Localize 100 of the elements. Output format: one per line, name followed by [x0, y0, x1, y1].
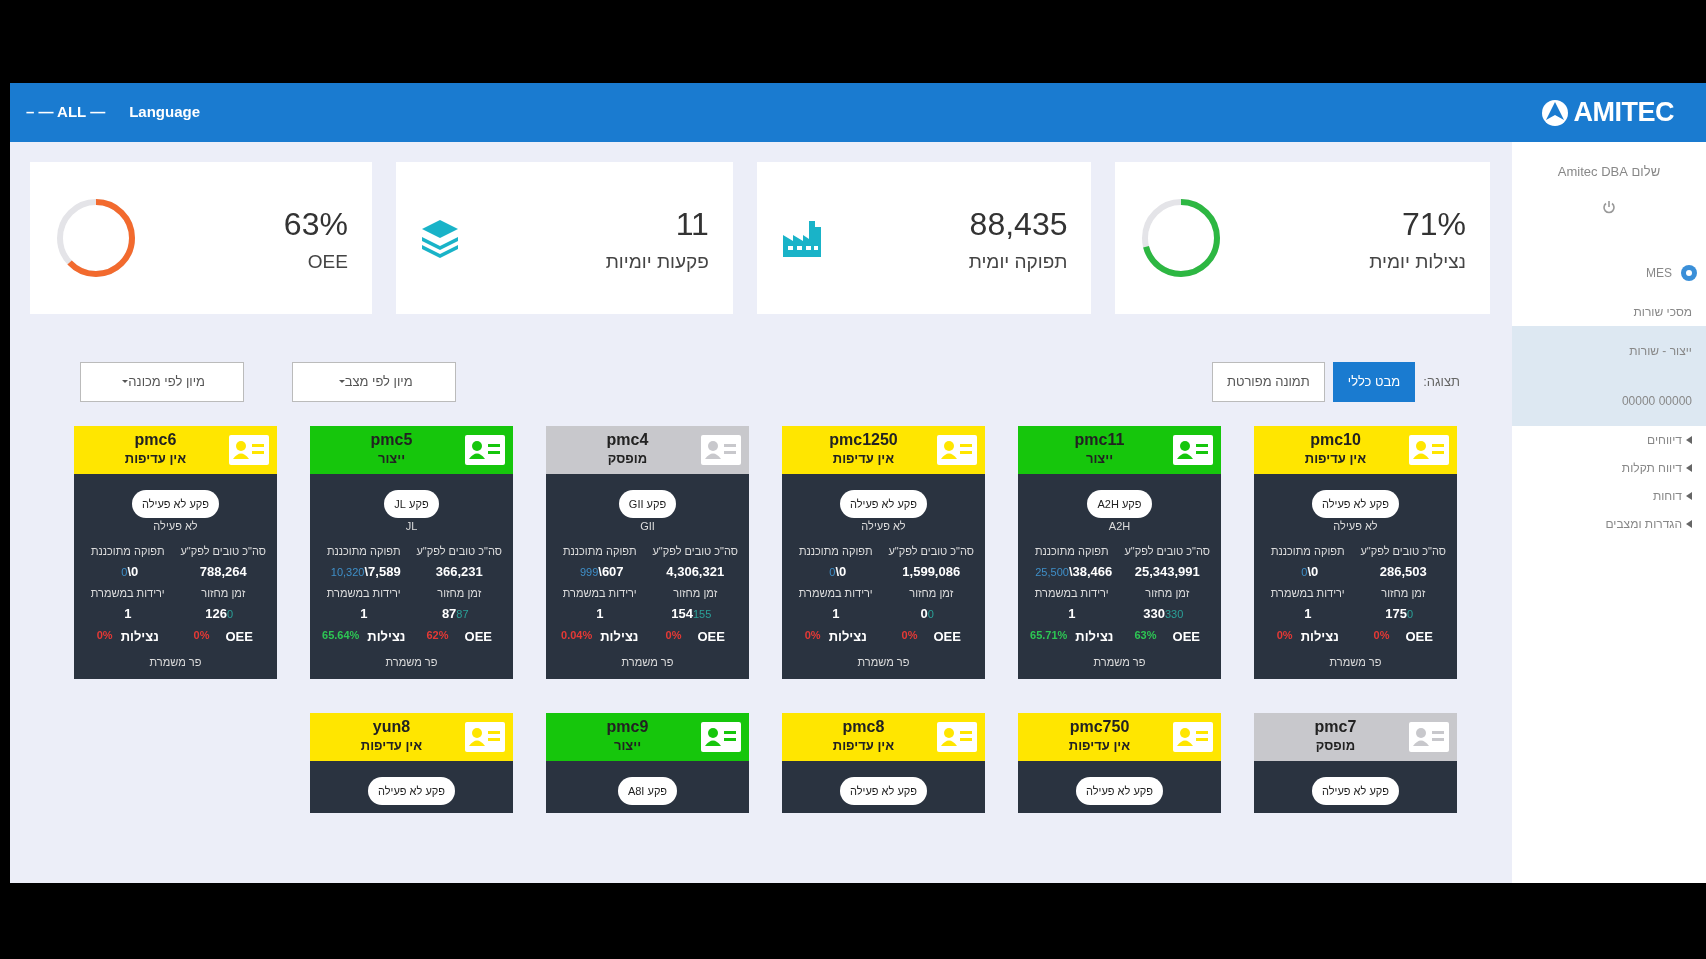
order-button[interactable]: פקע לא פעילה — [1312, 489, 1399, 518]
order-button[interactable]: פקע לא פעילה — [840, 776, 927, 805]
machine-name: pmc4 — [605, 430, 650, 449]
sidebar-item[interactable]: דיווח תקלות — [1621, 458, 1682, 477]
id-card-icon — [937, 721, 977, 752]
utilization-value: 65.71% — [1030, 627, 1068, 643]
oee-value: 0% — [901, 627, 918, 643]
stat-label: נצילות — [367, 627, 406, 646]
target-value: 25,500 — [1035, 566, 1069, 578]
standard-value: 0 — [227, 608, 234, 620]
stat-label: נצילות — [1300, 627, 1339, 646]
stat-label: זמן מחזור — [200, 585, 247, 601]
machine-name: pmc6 — [133, 430, 178, 449]
stat-label: סה"כ טובים לפק"ע — [1359, 543, 1448, 559]
order-button[interactable]: פקע A2H — [1087, 489, 1152, 518]
card-footer-text: פר משמרת — [856, 655, 911, 670]
order-button[interactable]: פקע GII — [618, 489, 677, 518]
utilization-value: 0% — [804, 627, 821, 643]
stat-label: זמן מחזור — [1380, 585, 1427, 601]
sidebar-item[interactable]: דוחות — [1652, 486, 1682, 505]
utilization-value: 0.04% — [561, 627, 593, 643]
id-card-icon — [1409, 434, 1449, 465]
view-label: תצוגה: — [1423, 373, 1460, 391]
stat-value: 0\ — [835, 564, 847, 579]
stat-value: 366,231 — [434, 563, 484, 581]
view-tab[interactable]: תמונה מפורטת — [1211, 362, 1325, 402]
order-code: לא פעילה — [152, 519, 199, 534]
greeting-text: שלום Amitec DBA — [1556, 163, 1662, 181]
oee-value: 0% — [1373, 627, 1390, 643]
card-footer-text: פר משמרת — [384, 655, 439, 670]
machine-name: pmc9 — [605, 717, 650, 736]
order-button[interactable]: פקע JL — [384, 489, 439, 518]
order-code: GII — [639, 519, 656, 534]
order-button[interactable]: פקע לא פעילה — [368, 776, 455, 805]
stat-label: נצילות — [120, 627, 159, 646]
target-value: 0 — [1301, 566, 1308, 578]
stat-label: סה"כ טובים לפק"ע — [415, 543, 504, 559]
caret-icon — [1686, 463, 1692, 472]
card-footer-text: פר משמרת — [620, 655, 675, 670]
id-card-icon — [701, 721, 741, 752]
target-value: 999 — [579, 566, 599, 578]
card-footer-text: פר משמרת — [1328, 655, 1383, 670]
view-tab[interactable]: מבט כללי — [1332, 362, 1416, 402]
filter-dropdown[interactable]: – — ALL — — [26, 101, 106, 124]
machine-status: מופסק — [606, 449, 649, 468]
stat-value: 175 — [1385, 606, 1408, 621]
order-button[interactable]: פקע A8I — [617, 776, 678, 805]
standard-value: 330 — [1164, 608, 1184, 620]
language-menu[interactable]: Language — [129, 101, 201, 124]
stat-label: תפוקה מתוכננת — [1269, 543, 1346, 559]
id-card-icon — [465, 434, 505, 465]
stat-value: 126 — [205, 606, 228, 621]
sort-dropdown[interactable]: מיון לפי מכונה — [80, 362, 244, 402]
standard-value: 0 — [927, 608, 934, 620]
machine-name: pmc11 — [1073, 430, 1126, 449]
caret-icon — [1686, 519, 1692, 528]
oee-label: OEE — [697, 627, 725, 646]
id-card-icon — [1409, 721, 1449, 752]
caret-icon — [1686, 435, 1692, 444]
machine-status: אין עדיפות — [1303, 449, 1368, 468]
sidebar-item[interactable]: דיווחים — [1647, 430, 1682, 449]
stat-label: זמן מחזור — [908, 585, 955, 601]
order-button[interactable]: פקע לא פעילה — [840, 489, 927, 518]
stat-value: 286,503 — [1378, 563, 1428, 581]
sidebar-item[interactable]: הגדרות ומצבים — [1605, 514, 1682, 533]
stat-value: 0 — [920, 606, 928, 621]
stat-value: 88,435 — [968, 204, 1068, 244]
layers-icon — [419, 218, 460, 258]
logo-icon — [1539, 97, 1570, 128]
stat-label: ירידות במשמרת — [797, 585, 874, 601]
oee-label: OEE — [464, 627, 492, 646]
logo-text: AMITEC — [1573, 96, 1674, 130]
oee-label: OEE — [933, 627, 961, 646]
card-footer-text: פר משמרת — [1092, 655, 1147, 670]
oee-value: 0% — [665, 627, 682, 643]
order-button[interactable]: פקע לא פעילה — [132, 489, 219, 518]
sidebar-item[interactable]: מסכי שורות — [1633, 302, 1692, 321]
stat-label: נצילות — [828, 627, 867, 646]
machine-status: אין עדיפות — [1067, 736, 1132, 755]
machine-name: pmc750 — [1068, 717, 1131, 736]
power-icon[interactable] — [1601, 199, 1617, 216]
stat-label: תפוקה מתוכננת — [561, 543, 638, 559]
standard-value: 155 — [692, 608, 712, 620]
stat-value: 38,466\ — [1068, 564, 1113, 579]
sort-dropdown[interactable]: מיון לפי מצב — [292, 362, 456, 402]
id-card-icon — [1173, 434, 1213, 465]
machine-name: pmc1250 — [828, 430, 899, 449]
order-code: לא פעילה — [1332, 519, 1379, 534]
order-button[interactable]: פקע לא פעילה — [1312, 776, 1399, 805]
stat-label: נצילות יומית — [1369, 249, 1466, 274]
id-card-icon — [465, 721, 505, 752]
utilization-value: 65.64% — [322, 627, 360, 643]
module-title[interactable]: MES — [1646, 263, 1672, 282]
machine-status: אין עדיפות — [831, 736, 896, 755]
order-button[interactable]: פקע לא פעילה — [1076, 776, 1163, 805]
stat-label: ירידות במשמרת — [1033, 585, 1110, 601]
stat-value: 607\ — [598, 564, 624, 579]
order-code: A2H — [1107, 519, 1132, 534]
machine-status: מופסק — [1314, 736, 1357, 755]
stat-value: 87 — [441, 606, 457, 621]
